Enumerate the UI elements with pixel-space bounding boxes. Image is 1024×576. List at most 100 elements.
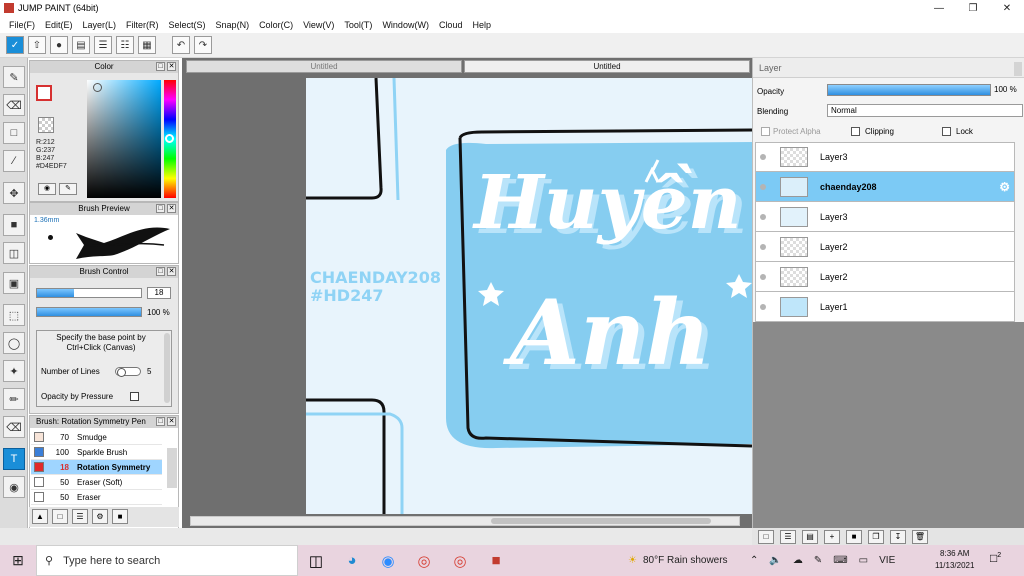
brush-item[interactable]: 50 Eraser (Soft) — [31, 475, 162, 490]
menu-help[interactable]: Help — [467, 20, 496, 30]
lasso-tool-icon[interactable]: ◯ — [3, 332, 25, 354]
upload-icon[interactable]: ⇧ — [28, 36, 46, 54]
panel-close-icon[interactable]: ✕ — [167, 267, 176, 276]
line-tool-icon[interactable]: ∕ — [3, 150, 25, 172]
document-icon[interactable]: ☰ — [94, 36, 112, 54]
taskbar-search[interactable]: ⚲ Type here to search — [36, 545, 298, 576]
brush-list-scrollbar[interactable] — [167, 448, 177, 488]
panel-close-icon[interactable]: ✕ — [167, 62, 176, 71]
delete-layer-icon[interactable]: 🗑 — [912, 530, 928, 544]
eraser-tool-icon[interactable]: ⌫ — [3, 94, 25, 116]
rect-select-tool-icon[interactable]: ⬚ — [3, 304, 25, 326]
menu-tool[interactable]: Tool(T) — [339, 20, 377, 30]
layer-row-selected[interactable]: chaenday208 ⚙ — [755, 172, 1015, 202]
chevron-up-icon[interactable]: ⌃ — [750, 555, 758, 566]
brush-item[interactable]: 50 Eraser — [31, 490, 162, 505]
eyedropper-tool-icon[interactable]: ◉ — [3, 476, 25, 498]
display-icon[interactable]: ▭ — [859, 555, 868, 566]
keyboard-icon[interactable]: ⌨ — [833, 555, 847, 566]
text-tool-icon[interactable]: T — [3, 448, 25, 470]
gradient-tool-icon[interactable]: ▣ — [3, 272, 25, 294]
check-icon[interactable]: ✓ — [6, 36, 24, 54]
document-tab[interactable]: Untitled — [186, 60, 462, 73]
brush-density-slider[interactable] — [36, 307, 142, 317]
move-tool-icon[interactable]: ✥ — [3, 182, 25, 204]
lock-checkbox[interactable] — [942, 127, 951, 136]
transparent-color-swatch[interactable] — [38, 117, 54, 133]
sv-cursor[interactable] — [93, 83, 102, 92]
select-pen-tool-icon[interactable]: ✏ — [3, 388, 25, 410]
close-button[interactable]: ✕ — [990, 0, 1024, 16]
brush-size-slider[interactable] — [36, 288, 142, 298]
canvas-horizontal-scrollbar[interactable] — [190, 516, 740, 526]
hue-cursor[interactable] — [165, 134, 174, 143]
panel-close-icon[interactable]: ✕ — [167, 204, 176, 213]
edge-icon[interactable]: ◕ — [334, 545, 370, 576]
brush-add-icon[interactable]: ▲ — [32, 509, 48, 524]
layer-row[interactable]: Layer3 — [755, 142, 1015, 172]
menu-file[interactable]: File(F) — [4, 20, 40, 30]
protect-alpha-checkbox[interactable] — [761, 127, 770, 136]
layer-panel-scroll-icon[interactable] — [1014, 62, 1022, 76]
lines-slider[interactable] — [115, 367, 141, 377]
windows-start-icon[interactable]: ⊞ — [0, 545, 36, 576]
layer-row[interactable]: Layer3 — [755, 202, 1015, 232]
panel-float-icon[interactable]: □ — [156, 204, 165, 213]
new-layer-icon[interactable]: □ — [758, 530, 774, 544]
brush-item[interactable]: 100 Sparkle Brush — [31, 445, 162, 460]
merge-layer-icon[interactable]: ↧ — [890, 530, 906, 544]
magic-wand-tool-icon[interactable]: ✦ — [3, 360, 25, 382]
layer-row[interactable]: Layer1 — [755, 292, 1015, 322]
new-raster-icon[interactable]: ☰ — [780, 530, 796, 544]
comment-icon[interactable]: ▤ — [72, 36, 90, 54]
folder-icon[interactable]: ■ — [846, 530, 862, 544]
brush-settings-icon[interactable]: ⚙ — [92, 509, 108, 524]
menu-filter[interactable]: Filter(R) — [121, 20, 164, 30]
clock[interactable]: 8:36 AM 11/13/2021 — [935, 548, 974, 572]
brush-new-icon[interactable]: □ — [52, 509, 68, 524]
document-tab-active[interactable]: Untitled — [464, 60, 750, 73]
panel-close-icon[interactable]: ✕ — [167, 417, 176, 426]
minimize-button[interactable]: — — [922, 0, 956, 16]
language-indicator[interactable]: VIE — [879, 555, 895, 566]
brush-folder-icon[interactable]: ■ — [112, 509, 128, 524]
menu-select[interactable]: Select(S) — [164, 20, 211, 30]
layer-row[interactable]: Layer2 — [755, 232, 1015, 262]
brush-size-input[interactable]: 18 — [147, 287, 171, 299]
scrollbar-thumb[interactable] — [491, 518, 711, 524]
visibility-icon[interactable] — [760, 303, 766, 310]
picker-icon[interactable]: ✎ — [59, 183, 77, 195]
add-layer-dropdown-icon[interactable]: + — [824, 530, 840, 544]
visibility-icon[interactable] — [760, 213, 766, 220]
menu-layer[interactable]: Layer(L) — [78, 20, 122, 30]
jump-paint-taskbar-icon[interactable]: ■ — [478, 545, 514, 576]
blending-select[interactable]: Normal — [827, 104, 1023, 117]
zoom-icon[interactable]: ◉ — [370, 545, 406, 576]
menu-view[interactable]: View(V) — [298, 20, 339, 30]
panel-float-icon[interactable]: □ — [156, 417, 165, 426]
grid-icon[interactable]: ▦ — [138, 36, 156, 54]
gear-icon[interactable]: ⚙ — [999, 180, 1010, 194]
brush-copy-icon[interactable]: ☰ — [72, 509, 88, 524]
pen-icon[interactable]: ✎ — [814, 555, 822, 566]
menu-snap[interactable]: Snap(N) — [211, 20, 255, 30]
weather-widget[interactable]: ☀ 80°F Rain showers — [628, 545, 728, 576]
brush-options-scrollbar[interactable] — [164, 333, 170, 403]
chat-icon[interactable]: ● — [50, 36, 68, 54]
undo-icon[interactable]: ↶ — [172, 36, 190, 54]
brush-item-selected[interactable]: 18 Rotation Symmetry — [31, 460, 162, 475]
panel-float-icon[interactable]: □ — [156, 267, 165, 276]
duplicate-layer-icon[interactable]: ❐ — [868, 530, 884, 544]
menu-window[interactable]: Window(W) — [377, 20, 434, 30]
visibility-icon[interactable] — [760, 273, 766, 280]
drawing-canvas[interactable]: CHAENDAY208 #HD247 Huyền Anh — [306, 78, 752, 514]
new-halftone-icon[interactable]: ▤ — [802, 530, 818, 544]
volume-icon[interactable]: 🔈 — [769, 555, 781, 566]
menu-edit[interactable]: Edit(E) — [40, 20, 78, 30]
opacity-pressure-checkbox[interactable] — [130, 392, 139, 401]
redo-icon[interactable]: ↷ — [194, 36, 212, 54]
visibility-icon[interactable] — [760, 243, 766, 250]
clipping-checkbox[interactable] — [851, 127, 860, 136]
chrome-profile-icon[interactable]: ◎ — [442, 545, 478, 576]
palette-icon[interactable]: ◉ — [38, 183, 56, 195]
